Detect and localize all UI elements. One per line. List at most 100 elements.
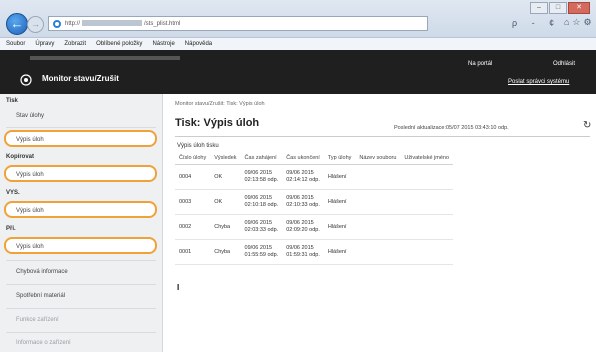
end-date: 09/06 2015 — [286, 170, 314, 176]
menu-item-help[interactable]: Nápověda — [185, 41, 212, 47]
col-job-number: Číslo úlohy — [175, 151, 211, 165]
start-date: 09/06 2015 — [244, 195, 273, 201]
sidebar-item-copy-job-log[interactable]: Výpis úloh — [4, 165, 157, 182]
page-header: Monitor stavu/Zrušit Na portál Odhlásit … — [0, 50, 596, 94]
table-row: 0002 Chyba 09/06 2015 02:03:33 odp. 09/06… — [175, 214, 454, 240]
cell-user-name — [400, 164, 454, 190]
send-to-admin-link[interactable]: Poslat správci systému — [508, 79, 569, 85]
menu-item-file[interactable]: Soubor — [6, 41, 25, 47]
divider — [175, 136, 590, 137]
cell-result: OK — [210, 189, 241, 215]
cell-start-time: 09/06 2015 01:55:59 odp. — [240, 239, 283, 265]
page-header-title: Monitor stavu/Zrušit — [42, 74, 119, 83]
end-date: 09/06 2015 — [286, 195, 314, 201]
start-clock: 02:03:33 odp. — [244, 227, 279, 233]
cell-result: Chyba — [210, 214, 241, 240]
redacted-host — [82, 20, 143, 27]
portal-link[interactable]: Na portál — [468, 61, 492, 67]
divider — [6, 284, 156, 285]
col-result: Výsledek — [210, 151, 241, 165]
cell-job-number: 0001 — [175, 239, 211, 265]
cell-job-type: Hlášení — [323, 214, 356, 240]
table-row: 0004 OK 09/06 2015 02:13:58 odp. 09/06 20… — [175, 164, 454, 190]
end-clock: 02:09:20 odp. — [286, 227, 320, 233]
start-clock: 02:10:18 odp. — [244, 202, 279, 208]
cell-result: Chyba — [210, 239, 241, 265]
end-clock: 02:10:33 odp. — [286, 202, 320, 208]
main-content: Monitor stavu/Zrušit: Tisk: Výpis úloh T… — [163, 94, 596, 352]
start-date: 09/06 2015 — [244, 170, 273, 176]
job-log-table: Číslo úlohy Výsledek Čas zahájení Čas uk… — [175, 151, 454, 265]
sidebar-heading-send: VYS. — [6, 190, 20, 196]
menu-item-favorites[interactable]: Oblíbené položky — [96, 41, 142, 47]
cell-user-name — [400, 189, 454, 215]
navigation-row: ← → http:// /sts_plist.html ρ - ¢ ⌂☆⚙ — [0, 13, 596, 35]
cell-job-type: Hlášení — [323, 239, 356, 265]
divider — [6, 127, 156, 128]
cell-job-number: 0004 — [175, 164, 211, 190]
monitor-logo-icon — [20, 74, 32, 86]
back-arrow-icon[interactable]: ← — [6, 13, 28, 35]
start-date: 09/06 2015 — [244, 245, 273, 251]
last-updated-text: Poslední aktualizace:05/07 2015 03:43:10… — [394, 125, 509, 131]
logout-link[interactable]: Odhlásit — [553, 61, 575, 67]
col-user-name: Uživatelské jméno — [400, 151, 454, 165]
divider — [6, 332, 156, 333]
menu-bar: Soubor Úpravy Zobrazit Oblíbené položky Nást… — [0, 37, 596, 51]
cell-user-name — [400, 239, 454, 265]
end-date: 09/06 2015 — [286, 245, 314, 251]
cell-job-number: 0002 — [175, 214, 211, 240]
redacted-device-name — [30, 56, 180, 60]
forward-arrow-icon[interactable]: → — [27, 16, 44, 33]
breadcrumb: Monitor stavu/Zrušit: Tisk: Výpis úloh — [175, 101, 265, 107]
sidebar: Tisk Stav úlohy Výpis úloh Kopírovat Výp… — [0, 94, 163, 352]
refresh-icon[interactable]: ↻ — [583, 120, 591, 131]
table-row: 0003 OK 09/06 2015 02:10:18 odp. 09/06 20… — [175, 189, 454, 215]
table-caption: Výpis úloh tisku — [177, 143, 219, 149]
cell-result: OK — [210, 164, 241, 190]
cell-file-name — [355, 239, 401, 265]
table-row: 0001 Chyba 09/06 2015 01:55:59 odp. 09/06… — [175, 239, 454, 265]
table-header-row: Číslo úlohy Výsledek Čas zahájení Čas uk… — [175, 151, 454, 165]
cell-file-name — [355, 214, 401, 240]
cell-start-time: 09/06 2015 02:10:18 odp. — [240, 189, 283, 215]
cell-end-time: 09/06 2015 02:14:12 odp. — [282, 164, 324, 190]
cell-start-time: 09/06 2015 02:03:33 odp. — [240, 214, 283, 240]
sidebar-item-print-job-log[interactable]: Výpis úloh — [4, 130, 157, 147]
sidebar-item-device-features[interactable]: Funkce zařízení — [6, 312, 154, 329]
menu-item-view[interactable]: Zobrazit — [64, 41, 86, 47]
cell-end-time: 09/06 2015 01:59:31 odp. — [282, 239, 324, 265]
start-clock: 02:13:58 odp. — [244, 177, 279, 183]
cell-file-name — [355, 164, 401, 190]
sidebar-item-receive-job-log[interactable]: Výpis úloh — [4, 237, 157, 254]
end-date: 09/06 2015 — [286, 220, 314, 226]
sidebar-item-consumables[interactable]: Spotřební materiál — [6, 288, 154, 305]
end-clock: 01:59:31 odp. — [286, 252, 320, 258]
home-star-gear-icons[interactable]: ⌂☆⚙ — [564, 17, 595, 28]
page-title: Tisk: Výpis úloh — [175, 117, 260, 129]
sidebar-heading-copy: Kopírovat — [6, 154, 35, 160]
sidebar-item-device-info[interactable]: Informace o zařízení — [6, 335, 154, 352]
col-start-time: Čas zahájení — [240, 151, 283, 165]
cell-job-type: Hlášení — [323, 164, 356, 190]
cell-end-time: 09/06 2015 02:09:20 odp. — [282, 214, 324, 240]
divider — [6, 308, 156, 309]
cell-job-type: Hlášení — [323, 189, 356, 215]
sidebar-heading-receive: Při. — [6, 226, 16, 232]
cell-end-time: 09/06 2015 02:10:33 odp. — [282, 189, 324, 215]
address-text: http:// — [65, 21, 81, 27]
col-end-time: Čas ukončení — [282, 151, 324, 165]
divider — [6, 260, 156, 261]
text-cursor-icon: I — [177, 283, 180, 292]
sidebar-item-error-info[interactable]: Chybová informace — [6, 264, 154, 281]
sidebar-item-job-status[interactable]: Stav úlohy — [6, 108, 154, 125]
address-suffix: /sts_plist.html — [144, 21, 181, 27]
address-bar[interactable]: http:// /sts_plist.html — [48, 16, 428, 31]
browser-chrome: – □ ✕ ← → http:///sts_plist.html ρ - ¢ ⌂… — [0, 0, 596, 51]
search-refresh-icons[interactable]: ρ - ¢ — [512, 18, 560, 28]
cell-start-time: 09/06 2015 02:13:58 odp. — [240, 164, 283, 190]
sidebar-item-send-job-log[interactable]: Výpis úloh — [4, 201, 157, 218]
cell-file-name — [355, 189, 401, 215]
menu-item-tools[interactable]: Nástroje — [152, 41, 174, 47]
menu-item-edit[interactable]: Úpravy — [35, 41, 54, 47]
